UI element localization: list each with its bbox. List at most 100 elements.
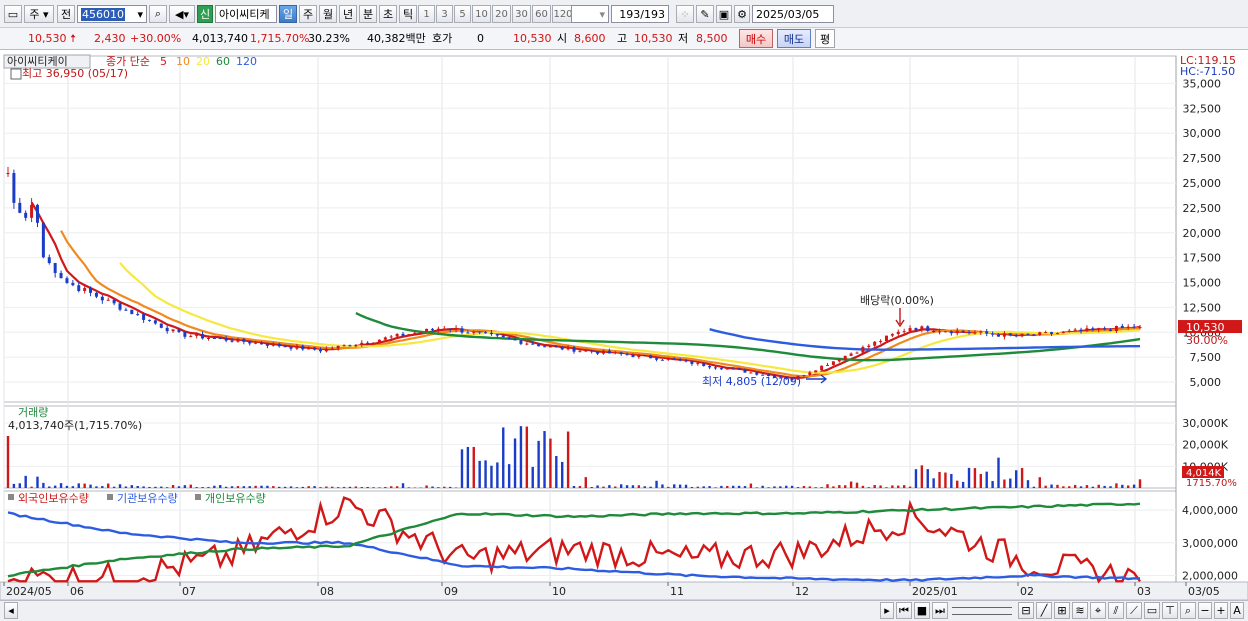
scroll-left-icon[interactable]: ◂	[4, 602, 18, 619]
volume-bar	[1020, 468, 1024, 488]
candle-body	[1002, 333, 1006, 337]
candle-body	[6, 173, 10, 175]
candle-body	[1109, 329, 1113, 332]
stock-name-field[interactable]: 아이씨티케	[215, 5, 277, 23]
zoom-slider[interactable]	[952, 607, 1012, 615]
gear-icon[interactable]: ⚙	[734, 5, 750, 23]
zoom-out-icon[interactable]: −	[1198, 602, 1212, 619]
number-tab-30[interactable]: 30	[512, 5, 531, 23]
period-tab-6[interactable]: 틱	[399, 5, 417, 23]
font-size-icon[interactable]: A	[1230, 602, 1244, 619]
volume-bar	[714, 487, 717, 488]
range-select[interactable]: ▾	[571, 5, 609, 23]
tool-channel-icon[interactable]: ⫽	[1108, 602, 1124, 619]
tool-fib-icon[interactable]: ≋	[1072, 602, 1088, 619]
period-main-select[interactable]: 주 ▾	[24, 5, 54, 23]
volume-bar	[985, 471, 988, 488]
save-icon[interactable]: ▣	[716, 5, 732, 23]
candle-body	[955, 330, 959, 334]
number-tab-5[interactable]: 5	[454, 5, 471, 23]
candle-body	[861, 346, 865, 353]
candle-body	[985, 331, 989, 334]
high-label: 고	[617, 32, 628, 45]
volume-bar	[490, 465, 493, 488]
volume-bar	[260, 485, 263, 488]
volume-bar	[690, 487, 694, 488]
volume-note: 4,013,740주(1,715.70%)	[8, 419, 142, 432]
candle-body	[336, 345, 340, 349]
prev-button[interactable]: 전	[57, 5, 75, 23]
period-tab-3[interactable]: 년	[339, 5, 357, 23]
search-icon[interactable]: ⌕	[1180, 602, 1196, 619]
search-icon[interactable]: ⌕	[149, 5, 167, 23]
number-tab-60[interactable]: 60	[532, 5, 551, 23]
number-tab-3[interactable]: 3	[436, 5, 453, 23]
holdings-legend-2: 개인보유수량	[205, 492, 266, 505]
period-tab-5[interactable]: 초	[379, 5, 397, 23]
number-tab-1[interactable]: 1	[418, 5, 435, 23]
candle-body	[625, 354, 629, 356]
buy-button[interactable]: 매수	[739, 29, 773, 48]
volume-bar	[614, 486, 617, 488]
candle-body	[1061, 331, 1065, 334]
candle-body	[265, 344, 269, 346]
tool-box-icon[interactable]: ▭	[1144, 602, 1160, 619]
period-tab-4[interactable]: 분	[359, 5, 377, 23]
tool-grid-icon[interactable]: ⊞	[1054, 602, 1070, 619]
volume-bar	[961, 481, 965, 488]
layout-icon[interactable]: ▭	[4, 5, 22, 23]
volume-bar	[443, 486, 446, 488]
candle-body	[342, 345, 346, 347]
candle-body	[318, 349, 322, 352]
first-icon[interactable]: ⏮	[896, 602, 912, 619]
candle-body	[802, 374, 806, 376]
bottom-scroll-bar: ◂ ▸ ⏮ ■ ⏭ ⊟ ╱ ⊞ ≋ ⌖ ⫽ ⟋ ▭ ⊤ ⌕ − + A	[0, 600, 1248, 621]
candle-body	[655, 358, 659, 360]
scroll-right-icon[interactable]: ▸	[880, 602, 894, 619]
flat-button[interactable]: 평	[815, 29, 835, 48]
zoom-in-icon[interactable]: +	[1214, 602, 1228, 619]
candle-body	[1044, 332, 1048, 334]
grid-icon[interactable]: ⁘	[676, 5, 694, 23]
candle-body	[389, 336, 393, 338]
volume-bar	[1085, 485, 1089, 488]
stop-icon[interactable]: ■	[914, 602, 930, 619]
speaker-icon[interactable]: ◀▾	[169, 5, 195, 23]
play-icon[interactable]: ⏭	[932, 602, 948, 619]
volume-bar	[1044, 485, 1047, 488]
volume-bar	[891, 485, 894, 488]
volume-bar	[295, 487, 299, 488]
tool-fan-icon[interactable]: ⟋	[1126, 602, 1142, 619]
period-tab-2[interactable]: 월	[319, 5, 337, 23]
chevron-down-icon[interactable]: ▾	[599, 8, 605, 21]
price-tick-label: 35,000	[1183, 77, 1222, 90]
candle-body	[224, 338, 228, 341]
candle-body	[218, 338, 222, 340]
draw-tool-icon[interactable]: ✎	[696, 5, 714, 23]
chart-area[interactable]: 35,000 32,500 30,000 27,500 25,000 22,500 20,0…	[0, 50, 1248, 600]
period-tab-1[interactable]: 주	[299, 5, 317, 23]
tool-ruler-icon[interactable]: ⊟	[1018, 602, 1034, 619]
volume-bar	[549, 438, 552, 488]
chevron-down-icon[interactable]: ▾	[137, 8, 143, 21]
candle-body	[607, 350, 611, 354]
volume-bar	[561, 461, 564, 488]
period-tab-0[interactable]: 일	[279, 5, 297, 23]
number-tab-10[interactable]: 10	[472, 5, 491, 23]
sell-button[interactable]: 매도	[777, 29, 811, 48]
date-input[interactable]: 2025/03/05	[752, 5, 834, 23]
stock-code-input[interactable]: 456010 ▾	[77, 5, 147, 23]
tool-line-icon[interactable]: ╱	[1036, 602, 1052, 619]
volume-bar	[95, 486, 98, 488]
number-tab-20[interactable]: 20	[492, 5, 511, 23]
volume-bar	[885, 487, 888, 488]
candle-body	[212, 337, 216, 339]
tool-text-icon[interactable]: ⊤	[1162, 602, 1178, 619]
tool-cursor-icon[interactable]: ⌖	[1090, 602, 1106, 619]
volume-bar	[649, 486, 652, 488]
volume-bar	[130, 485, 134, 488]
volume-bar	[83, 483, 86, 488]
candle-body	[324, 348, 328, 352]
candle-body	[837, 359, 841, 362]
volume-bar	[230, 486, 234, 488]
